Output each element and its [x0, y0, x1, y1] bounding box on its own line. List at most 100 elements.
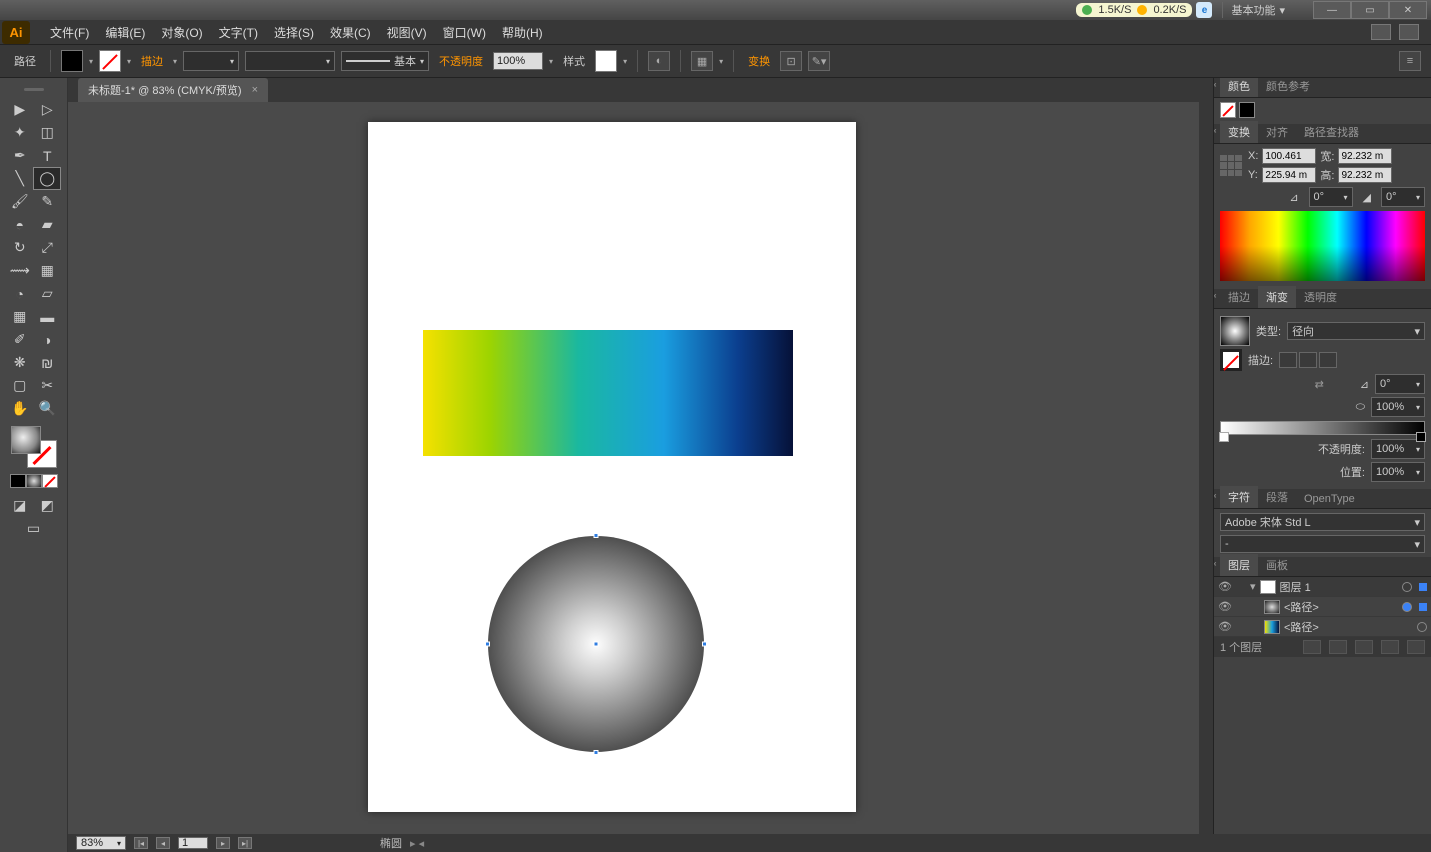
- menu-file[interactable]: 文件(F): [42, 21, 97, 44]
- anchor-left[interactable]: [485, 642, 490, 647]
- gradient-stop-start[interactable]: [1219, 432, 1229, 442]
- tab-stroke[interactable]: 描边: [1220, 286, 1258, 308]
- stroke-grad-btn-3[interactable]: [1319, 352, 1337, 368]
- artboard-nav-input[interactable]: [178, 837, 208, 849]
- zoom-tool[interactable]: 🔍: [34, 397, 62, 420]
- new-sublayer-btn[interactable]: [1355, 640, 1373, 654]
- make-clipping-btn[interactable]: [1329, 640, 1347, 654]
- tab-transform[interactable]: 变换: [1220, 121, 1258, 143]
- shear-input[interactable]: 0°▾: [1381, 187, 1425, 207]
- font-family-dropdown[interactable]: Adobe 宋体 Std L▾: [1220, 513, 1425, 531]
- center-anchor[interactable]: [594, 642, 599, 647]
- ellipse-tool[interactable]: ◯: [33, 167, 61, 190]
- opacity-input[interactable]: [493, 52, 543, 70]
- maximize-button[interactable]: ▭: [1351, 1, 1389, 19]
- pen-tool[interactable]: ✒: [6, 144, 34, 167]
- close-button[interactable]: ✕: [1389, 1, 1427, 19]
- stroke-grad-btn-1[interactable]: [1279, 352, 1297, 368]
- last-artboard-btn[interactable]: ▸|: [238, 837, 252, 849]
- menu-effect[interactable]: 效果(C): [322, 21, 379, 44]
- collapse-icon[interactable]: «: [1213, 291, 1216, 300]
- free-transform-tool[interactable]: ▦: [34, 259, 62, 282]
- tab-color[interactable]: 颜色: [1220, 78, 1258, 97]
- path-name[interactable]: <路径>: [1284, 619, 1319, 635]
- type-tool[interactable]: T: [34, 144, 62, 167]
- tab-color-guide[interactable]: 颜色参考: [1258, 78, 1318, 97]
- visibility-icon[interactable]: 👁: [1218, 620, 1232, 633]
- target-icon[interactable]: [1417, 622, 1427, 632]
- layer-row[interactable]: 👁 <路径>: [1214, 597, 1431, 617]
- blend-tool[interactable]: ◑: [34, 328, 62, 351]
- opacity-label[interactable]: 不透明度: [435, 53, 487, 69]
- none-mode-btn[interactable]: [42, 474, 58, 488]
- color-mode-btn[interactable]: [10, 474, 26, 488]
- tab-pathfinder[interactable]: 路径查找器: [1296, 121, 1367, 143]
- magic-wand-tool[interactable]: ✦: [6, 121, 34, 144]
- gradient-ratio-input[interactable]: 100%▾: [1371, 397, 1425, 417]
- reference-point-grid[interactable]: [1220, 155, 1242, 177]
- w-input[interactable]: [1338, 148, 1392, 164]
- layer-name[interactable]: 图层 1: [1280, 579, 1311, 595]
- tab-align[interactable]: 对齐: [1258, 121, 1296, 143]
- gradient-slider[interactable]: [1220, 421, 1425, 435]
- minimize-button[interactable]: —: [1313, 1, 1351, 19]
- line-tool[interactable]: ╲: [6, 167, 33, 190]
- draw-behind[interactable]: ◩: [34, 494, 62, 517]
- rotate-tool[interactable]: ↻: [6, 236, 34, 259]
- menu-type[interactable]: 文字(T): [211, 21, 266, 44]
- y-input[interactable]: [1262, 167, 1316, 183]
- paintbrush-tool[interactable]: 🖌: [6, 190, 34, 213]
- edit-icon[interactable]: ✎▾: [808, 51, 830, 71]
- arrange-icon[interactable]: [1399, 24, 1419, 40]
- delete-layer-btn[interactable]: [1407, 640, 1425, 654]
- gradient-tool[interactable]: ▬: [34, 305, 62, 328]
- reverse-grad-icon[interactable]: ⇄: [1315, 378, 1324, 391]
- first-artboard-btn[interactable]: |◂: [134, 837, 148, 849]
- tab-transparency[interactable]: 透明度: [1296, 286, 1345, 308]
- close-tab-icon[interactable]: ×: [252, 84, 258, 96]
- locate-object-btn[interactable]: [1303, 640, 1321, 654]
- target-icon[interactable]: [1402, 602, 1412, 612]
- tab-opentype[interactable]: OpenType: [1296, 490, 1363, 508]
- anchor-top[interactable]: [594, 533, 599, 538]
- next-artboard-btn[interactable]: ▸: [216, 837, 230, 849]
- tab-gradient[interactable]: 渐变: [1258, 286, 1296, 308]
- eraser-tool[interactable]: ▰: [34, 213, 62, 236]
- scale-tool[interactable]: ⤢: [34, 236, 62, 259]
- zoom-dropdown[interactable]: 83%▾: [76, 836, 126, 850]
- eyedropper-tool[interactable]: ✐: [6, 328, 34, 351]
- align-icon[interactable]: ▦: [691, 51, 713, 71]
- tab-layers[interactable]: 图层: [1220, 554, 1258, 576]
- stroke-grad-btn-2[interactable]: [1299, 352, 1317, 368]
- menu-help[interactable]: 帮助(H): [494, 21, 551, 44]
- menu-view[interactable]: 视图(V): [379, 21, 435, 44]
- tab-artboards[interactable]: 画板: [1258, 554, 1296, 576]
- recolor-icon[interactable]: ◐: [648, 51, 670, 71]
- gradient-preview[interactable]: [1220, 316, 1250, 346]
- collapse-icon[interactable]: «: [1213, 80, 1216, 89]
- target-icon[interactable]: [1402, 582, 1412, 592]
- brush-dropdown[interactable]: ▾: [245, 51, 335, 71]
- symbol-sprayer-tool[interactable]: ❋: [6, 351, 34, 374]
- workspace-switcher[interactable]: 基本功能 ▾: [1222, 2, 1293, 18]
- draw-normal[interactable]: ◪: [6, 494, 34, 517]
- transform-label[interactable]: 变换: [744, 53, 774, 69]
- mesh-tool[interactable]: ▦: [6, 305, 34, 328]
- artboard-tool[interactable]: ▢: [6, 374, 34, 397]
- visibility-icon[interactable]: 👁: [1218, 600, 1232, 613]
- doc-tab[interactable]: 未标题-1* @ 83% (CMYK/预览) ×: [78, 78, 268, 102]
- tab-character[interactable]: 字符: [1220, 486, 1258, 508]
- visibility-icon[interactable]: 👁: [1218, 580, 1232, 593]
- graph-tool[interactable]: ₪: [34, 351, 62, 374]
- width-tool[interactable]: ⟿: [6, 259, 34, 282]
- expand-icon[interactable]: ▾: [1250, 580, 1256, 593]
- h-input[interactable]: [1338, 167, 1392, 183]
- fill-swatch[interactable]: [61, 50, 83, 72]
- collapse-icon[interactable]: «: [1213, 491, 1216, 500]
- x-input[interactable]: [1262, 148, 1316, 164]
- gradient-ellipse[interactable]: [488, 536, 704, 752]
- color-fill-swatch[interactable]: [1220, 102, 1236, 118]
- prev-artboard-btn[interactable]: ◂: [156, 837, 170, 849]
- isolate-icon[interactable]: ⊡: [780, 51, 802, 71]
- anchor-right[interactable]: [702, 642, 707, 647]
